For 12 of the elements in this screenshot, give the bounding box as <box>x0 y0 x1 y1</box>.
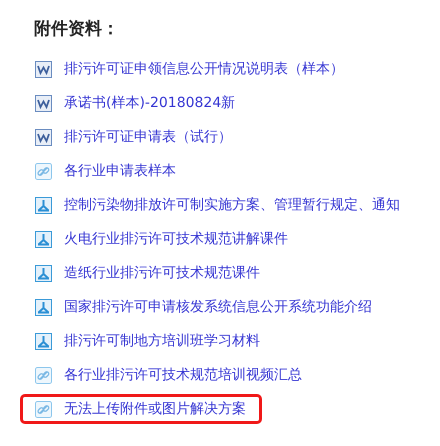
attachment-link[interactable]: 排污许可制地方培训班学习材料 <box>64 332 260 350</box>
attachment-link[interactable]: 排污许可证申请表（试行） <box>64 128 232 146</box>
attachment-link[interactable]: 各行业排污许可技术规范培训视频汇总 <box>64 366 302 384</box>
attachment-link[interactable]: 控制污染物排放许可制实施方案、管理暂行规定、通知 <box>64 196 400 214</box>
attachment-link[interactable]: 承诺书(样本)-20180824新 <box>64 94 236 112</box>
attachment-link[interactable]: 排污许可证申领信息公开情况说明表（样本） <box>64 60 344 78</box>
attachment-link[interactable]: 火电行业排污许可技术规范讲解课件 <box>64 230 288 248</box>
attachment-link[interactable]: 国家排污许可申请核发系统信息公开系统功能介绍 <box>64 298 372 316</box>
attachment-link[interactable]: 造纸行业排污许可技术规范课件 <box>64 264 260 282</box>
attachment-link[interactable]: 各行业申请表样本 <box>64 162 176 180</box>
section-title: 附件资料： <box>34 18 120 40</box>
attachment-link[interactable]: 无法上传附件或图片解决方案 <box>64 400 246 418</box>
